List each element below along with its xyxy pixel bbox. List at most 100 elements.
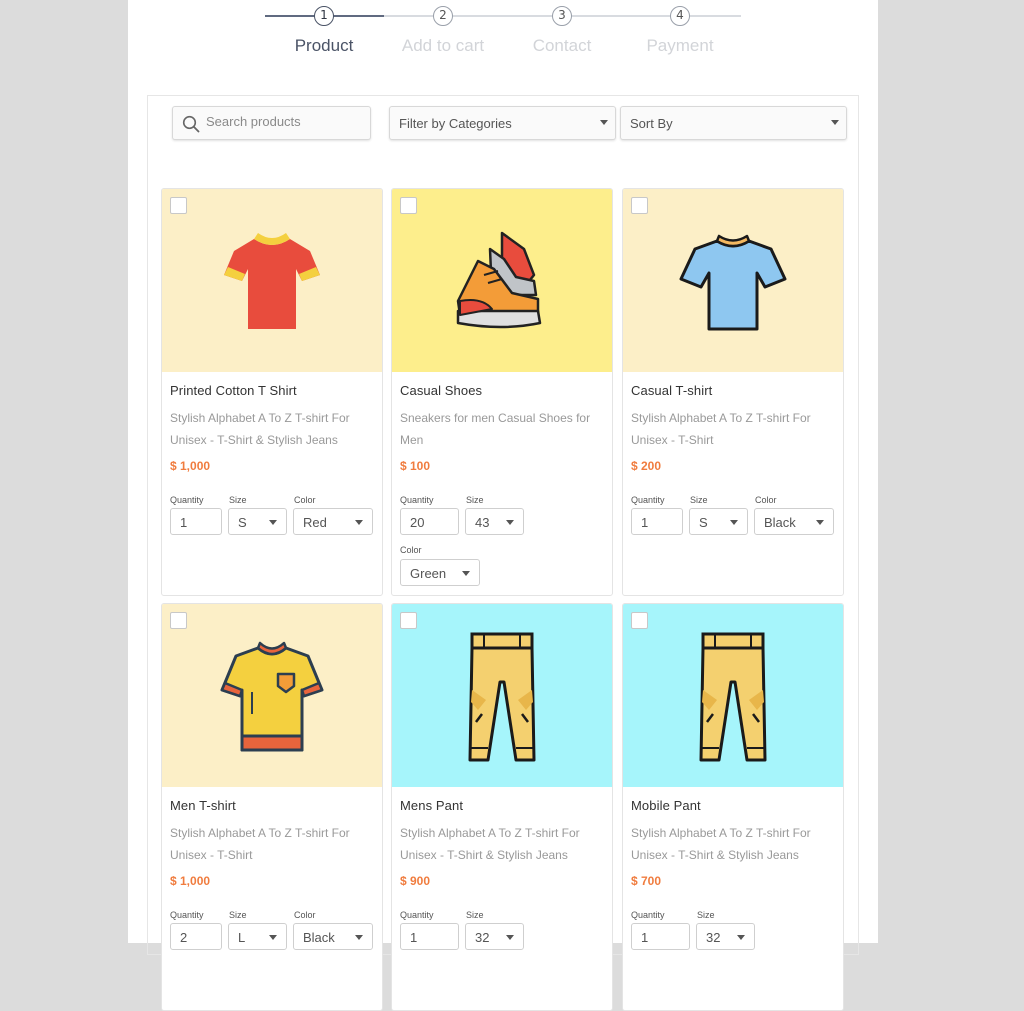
size-select[interactable]: 43: [465, 508, 524, 535]
size-select[interactable]: 32: [696, 923, 755, 950]
chevron-down-icon: [737, 935, 745, 940]
select-checkbox[interactable]: [631, 197, 648, 214]
chevron-down-icon: [355, 935, 363, 940]
quantity-input[interactable]: 1: [631, 508, 683, 535]
step-label: Product: [294, 36, 354, 55]
select-checkbox[interactable]: [400, 612, 417, 629]
product-price: $ 100: [400, 459, 431, 473]
chevron-down-icon: [730, 520, 738, 525]
product-price: $ 200: [631, 459, 662, 473]
product-image: [392, 189, 612, 372]
product-name: Mens Pant: [400, 798, 464, 813]
quantity-input[interactable]: 20: [400, 508, 459, 535]
size-value: S: [699, 515, 708, 530]
chevron-down-icon: [816, 520, 824, 525]
chevron-down-icon: [831, 120, 839, 125]
select-checkbox[interactable]: [170, 612, 187, 629]
size-select[interactable]: S: [228, 508, 287, 535]
product-name: Casual Shoes: [400, 383, 483, 398]
color-select[interactable]: Black: [293, 923, 373, 950]
product-price: $ 900: [400, 874, 431, 888]
step-label: Contact: [532, 36, 592, 55]
page-container: 1 Product 2 Add to cart 3 Contact 4 Paym…: [128, 0, 878, 1011]
color-select[interactable]: Black: [754, 508, 834, 535]
product-price: $ 1,000: [170, 874, 211, 888]
chevron-down-icon: [269, 520, 277, 525]
color-value: Green: [410, 566, 447, 581]
search-box[interactable]: [172, 106, 371, 140]
quantity-input[interactable]: 1: [400, 923, 459, 950]
product-description: Stylish Alphabet A To Z T-shirt For Unis…: [170, 411, 350, 447]
product-card[interactable]: Mobile Pant Stylish Alphabet A To Z T-sh…: [622, 603, 844, 1011]
color-label: Color: [294, 495, 316, 505]
size-label: Size: [466, 495, 484, 505]
product-description: Sneakers for men Casual Shoes for Men: [400, 411, 591, 447]
chevron-down-icon: [355, 520, 363, 525]
color-value: Black: [764, 515, 796, 530]
search-input[interactable]: [206, 114, 366, 129]
quantity-label: Quantity: [400, 495, 434, 505]
step-add-to-cart[interactable]: 2 Add to cart: [383, 6, 503, 56]
sort-by-dropdown[interactable]: Sort By: [620, 106, 847, 140]
quantity-input[interactable]: 2: [170, 923, 222, 950]
color-select[interactable]: Green: [400, 559, 480, 586]
select-checkbox[interactable]: [170, 197, 187, 214]
step-payment[interactable]: 4 Payment: [620, 6, 740, 56]
size-value: 43: [475, 515, 490, 530]
step-product[interactable]: 1 Product: [264, 6, 384, 56]
size-label: Size: [466, 910, 484, 920]
select-checkbox[interactable]: [400, 197, 417, 214]
tshirt-pocket-icon: [220, 641, 324, 752]
search-icon: [182, 115, 200, 133]
size-label: Size: [697, 910, 715, 920]
size-value: S: [238, 515, 247, 530]
product-image: [623, 604, 843, 787]
product-description: Stylish Alphabet A To Z T-shirt For Unis…: [400, 826, 580, 862]
product-card[interactable]: Casual T-shirt Stylish Alphabet A To Z T…: [622, 188, 844, 596]
pants-icon: [468, 632, 536, 762]
step-label: Payment: [646, 36, 714, 55]
product-card[interactable]: Printed Cotton T Shirt Stylish Alphabet …: [161, 188, 383, 596]
color-label: Color: [400, 545, 422, 555]
color-value: Red: [303, 515, 327, 530]
quantity-value: 20: [410, 515, 425, 530]
quantity-value: 1: [180, 515, 188, 530]
size-select[interactable]: 32: [465, 923, 524, 950]
tshirt-icon: [224, 233, 320, 329]
product-image: [623, 189, 843, 372]
tshirt-icon: [679, 234, 787, 331]
quantity-input[interactable]: 1: [631, 923, 690, 950]
chevron-down-icon: [506, 520, 514, 525]
size-label: Size: [229, 910, 247, 920]
filter-categories-dropdown[interactable]: Filter by Categories: [389, 106, 616, 140]
product-card[interactable]: Mens Pant Stylish Alphabet A To Z T-shir…: [391, 603, 613, 1011]
pants-icon: [699, 632, 767, 762]
quantity-label: Quantity: [170, 495, 204, 505]
chevron-down-icon: [600, 120, 608, 125]
product-name: Mobile Pant: [631, 798, 701, 813]
product-description: Stylish Alphabet A To Z T-shirt For Unis…: [170, 826, 350, 862]
size-label: Size: [229, 495, 247, 505]
filter-label: Filter by Categories: [399, 116, 512, 131]
product-description: Stylish Alphabet A To Z T-shirt For Unis…: [631, 826, 811, 862]
step-contact[interactable]: 3 Contact: [502, 6, 622, 56]
step-number: 4: [670, 6, 690, 26]
product-card[interactable]: Men T-shirt Stylish Alphabet A To Z T-sh…: [161, 603, 383, 1011]
product-image: [162, 189, 382, 372]
size-label: Size: [690, 495, 708, 505]
step-number: 3: [552, 6, 572, 26]
product-description: Stylish Alphabet A To Z T-shirt For Unis…: [631, 411, 811, 447]
quantity-label: Quantity: [631, 910, 665, 920]
quantity-input[interactable]: 1: [170, 508, 222, 535]
chevron-down-icon: [506, 935, 514, 940]
quantity-label: Quantity: [631, 495, 665, 505]
size-select[interactable]: S: [689, 508, 748, 535]
color-label: Color: [294, 910, 316, 920]
color-select[interactable]: Red: [293, 508, 373, 535]
product-card[interactable]: Casual Shoes Sneakers for men Casual Sho…: [391, 188, 613, 596]
step-number: 1: [314, 6, 334, 26]
select-checkbox[interactable]: [631, 612, 648, 629]
size-select[interactable]: L: [228, 923, 287, 950]
step-number: 2: [433, 6, 453, 26]
product-name: Printed Cotton T Shirt: [170, 383, 297, 398]
